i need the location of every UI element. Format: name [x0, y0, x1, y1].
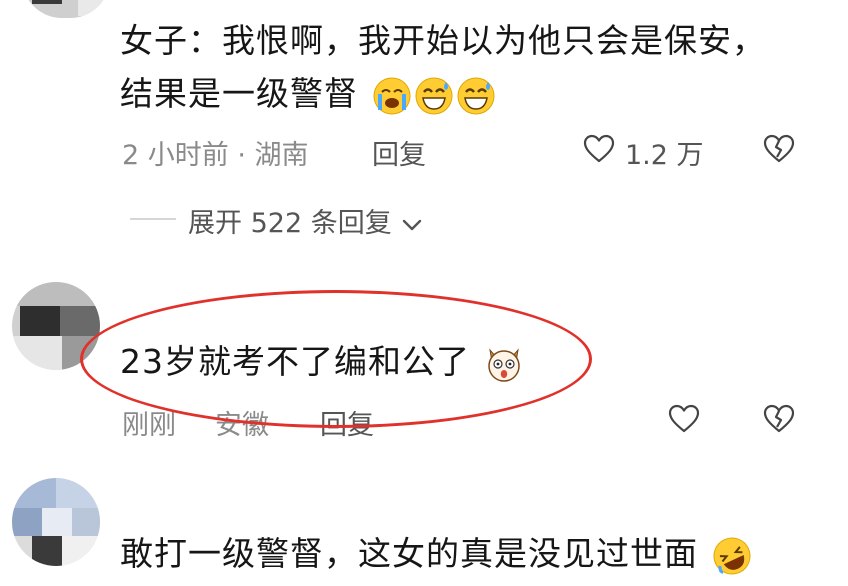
comment-time-location: 2 小时前 · 湖南: [122, 140, 309, 171]
grinning-sweat-face-icon: [415, 77, 452, 114]
like-count: 1.2 万: [625, 140, 704, 171]
heart-icon[interactable]: [583, 134, 615, 164]
expand-replies-label: 展开 522 条回复: [188, 208, 392, 239]
avatar[interactable]: [12, 478, 100, 566]
comment-text: 敢打一级警督，这女的真是没见过世面: [120, 530, 752, 578]
avatar[interactable]: [22, 0, 110, 18]
shocked-dog-face-icon: [487, 347, 520, 382]
comment-text-line2: 结果是一级警督: [120, 74, 358, 113]
crying-face-icon: [373, 77, 410, 114]
reply-button[interactable]: 回复: [320, 403, 374, 442]
chevron-down-icon: [403, 219, 422, 230]
avatar[interactable]: [12, 282, 100, 370]
comment-location: 安徽: [215, 410, 269, 441]
comment-time: 刚刚: [122, 410, 176, 441]
heart-icon[interactable]: [668, 404, 700, 434]
comment-text: 结果是一级警督: [120, 70, 496, 118]
comment-text: 23岁就考不了编和公了: [120, 338, 524, 386]
rofl-face-icon: [713, 537, 750, 574]
broken-heart-icon[interactable]: [763, 404, 795, 434]
comment-text: 女子：我恨啊，我开始以为他只会是保安，: [120, 17, 766, 65]
reply-button[interactable]: 回复: [372, 133, 426, 172]
comment-text-body: 敢打一级警督，这女的真是没见过世面: [120, 534, 698, 573]
broken-heart-icon[interactable]: [763, 134, 795, 164]
comment-text-line1: 女子：我恨啊，我开始以为他只会是保安，: [120, 21, 766, 60]
expand-divider: [130, 218, 176, 220]
expand-replies-button[interactable]: 展开 522 条回复: [188, 201, 422, 240]
grinning-sweat-face-icon: [457, 77, 494, 114]
comment-text-body: 23岁就考不了编和公了: [120, 342, 470, 381]
